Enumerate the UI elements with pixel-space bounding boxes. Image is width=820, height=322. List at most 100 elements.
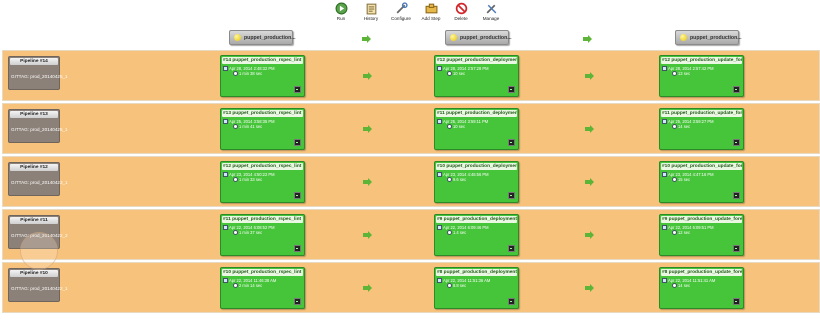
arrow-right-icon — [585, 72, 594, 80]
manage-icon — [486, 4, 496, 14]
build-duration-text: 1.4 sec — [453, 230, 467, 235]
console-icon[interactable] — [294, 298, 301, 305]
stage-build-box[interactable]: #12 puppet_production_update_foreman Apr… — [659, 55, 744, 97]
stage-build-box[interactable]: #11 puppet_production_rspec_lint Apr 22,… — [220, 214, 305, 256]
stage-header-2[interactable]: puppet_production... — [445, 30, 512, 45]
run-label: Run — [336, 16, 346, 21]
console-icon[interactable] — [294, 139, 301, 146]
stage-header-3[interactable]: puppet_production... — [675, 30, 742, 45]
manage-button[interactable]: Manage — [480, 2, 502, 21]
build-title[interactable]: #12 puppet_production_deployment — [436, 57, 517, 64]
stage-header-1[interactable]: puppet_production... — [229, 30, 296, 45]
pipeline-gittag: GITTAG: prod_20140422_1 — [11, 286, 68, 291]
calendar-icon — [437, 172, 442, 177]
build-title[interactable]: #11 puppet_production_deployment — [436, 110, 517, 117]
build-title[interactable]: #9 puppet_production_deployment — [436, 216, 517, 223]
console-icon[interactable] — [508, 298, 515, 305]
stage-build-box[interactable]: #14 puppet_production_rspec_lint Apr 28,… — [220, 55, 305, 97]
stage-build-box[interactable]: #12 puppet_production_rspec_lint Apr 23,… — [220, 161, 305, 203]
build-duration-text: 1 min 37 sec — [239, 230, 263, 235]
configure-button[interactable]: Configure — [390, 2, 412, 21]
console-icon[interactable] — [733, 192, 740, 199]
build-duration: 1.4 sec — [447, 230, 466, 235]
toolbar: Run History Configure Add Step Delete Ma… — [330, 2, 502, 21]
clock-icon — [672, 177, 677, 182]
console-icon[interactable] — [508, 139, 515, 146]
calendar-icon — [223, 172, 228, 177]
pipeline-row: Pipeline #10 GITTAG: prod_20140422_1 #10… — [2, 262, 820, 313]
clock-icon — [447, 124, 452, 129]
stage-build-box[interactable]: #9 puppet_production_deployment Apr 22, … — [434, 214, 519, 256]
stage-build-box[interactable]: #8 puppet_production_deployment Apr 22, … — [434, 267, 519, 309]
stage-build-box[interactable]: #10 puppet_production_deployment Apr 23,… — [434, 161, 519, 203]
pipeline-gittag: GITTAG: prod_20140425_1 — [11, 127, 68, 132]
build-duration: 13 sec — [672, 71, 690, 76]
calendar-icon — [223, 278, 228, 283]
build-title[interactable]: #9 puppet_production_update_foreman — [661, 216, 742, 223]
stage-build-box[interactable]: #12 puppet_production_deployment Apr 28,… — [434, 55, 519, 97]
console-icon[interactable] — [733, 139, 740, 146]
build-duration-text: 1 min 33 sec — [239, 177, 263, 182]
stage-build-box[interactable]: #11 puppet_production_deployment Apr 25,… — [434, 108, 519, 150]
build-title[interactable]: #10 puppet_production_deployment — [436, 163, 517, 170]
build-title[interactable]: #11 puppet_production_update_foreman — [661, 110, 742, 117]
build-duration: 1 min 33 sec — [233, 177, 262, 182]
build-title[interactable]: #8 puppet_production_update_foreman — [661, 269, 742, 276]
stage-build-box[interactable]: #9 puppet_production_update_foreman Apr … — [659, 214, 744, 256]
stage-build-box[interactable]: #10 puppet_production_update_foreman Apr… — [659, 161, 744, 203]
arrow-right-icon — [585, 231, 594, 239]
build-duration-text: 14 sec — [678, 124, 691, 129]
build-title[interactable]: #8 puppet_production_deployment — [436, 269, 517, 276]
clock-icon — [447, 230, 452, 235]
console-icon[interactable] — [294, 86, 301, 93]
pipeline-box[interactable]: Pipeline #13 GITTAG: prod_20140425_1 — [8, 109, 68, 143]
calendar-icon — [223, 225, 228, 230]
build-title[interactable]: #11 puppet_production_rspec_lint — [222, 216, 303, 223]
calendar-icon — [662, 172, 667, 177]
bulb-icon — [680, 34, 687, 41]
delete-button[interactable]: Delete — [450, 2, 472, 21]
history-label: History — [363, 16, 379, 21]
build-duration-text: 10 sec — [453, 71, 466, 76]
history-button[interactable]: History — [360, 2, 382, 21]
add-step-button[interactable]: Add Step — [420, 2, 442, 21]
build-duration-text: 1 min 41 sec — [239, 124, 263, 129]
build-title[interactable]: #10 puppet_production_rspec_lint — [222, 269, 303, 276]
console-icon[interactable] — [733, 298, 740, 305]
add-step-icon — [425, 3, 437, 14]
console-icon[interactable] — [508, 86, 515, 93]
stage-build-box[interactable]: #13 puppet_production_rspec_lint Apr 25,… — [220, 108, 305, 150]
bulb-icon — [234, 34, 241, 41]
build-title[interactable]: #13 puppet_production_rspec_lint — [222, 110, 303, 117]
run-icon — [335, 2, 347, 15]
arrow-right-icon — [585, 178, 594, 186]
console-icon[interactable] — [294, 192, 301, 199]
console-icon[interactable] — [294, 245, 301, 252]
arrow-right-icon — [363, 231, 372, 239]
pipeline-box[interactable]: Pipeline #10 GITTAG: prod_20140422_1 — [8, 268, 68, 302]
clock-icon — [672, 71, 677, 76]
pipeline-box[interactable]: Pipeline #12 GITTAG: prod_20140423_1 — [8, 162, 68, 196]
stage-build-box[interactable]: #10 puppet_production_rspec_lint Apr 22,… — [220, 267, 305, 309]
pipeline-box[interactable]: Pipeline #14 GITTAG: prod_20140425_1 — [8, 56, 68, 90]
build-title[interactable]: #14 puppet_production_rspec_lint — [222, 57, 303, 64]
calendar-icon — [437, 119, 442, 124]
arrow-right-icon — [362, 35, 371, 43]
stage-build-box[interactable]: #8 puppet_production_update_foreman Apr … — [659, 267, 744, 309]
calendar-icon — [662, 66, 667, 71]
console-icon[interactable] — [733, 245, 740, 252]
build-title[interactable]: #10 puppet_production_update_foreman — [661, 163, 742, 170]
delete-label: Delete — [454, 16, 468, 21]
stage-name: puppet_production... — [460, 34, 512, 41]
history-icon — [366, 3, 376, 15]
delete-icon — [455, 2, 467, 15]
console-icon[interactable] — [508, 245, 515, 252]
pipeline-title: Pipeline #12 — [10, 164, 58, 171]
build-title[interactable]: #12 puppet_production_update_foreman — [661, 57, 742, 64]
stage-build-box[interactable]: #11 puppet_production_update_foreman Apr… — [659, 108, 744, 150]
console-icon[interactable] — [508, 192, 515, 199]
calendar-icon — [223, 119, 228, 124]
console-icon[interactable] — [733, 86, 740, 93]
run-button[interactable]: Run — [330, 2, 352, 21]
build-title[interactable]: #12 puppet_production_rspec_lint — [222, 163, 303, 170]
